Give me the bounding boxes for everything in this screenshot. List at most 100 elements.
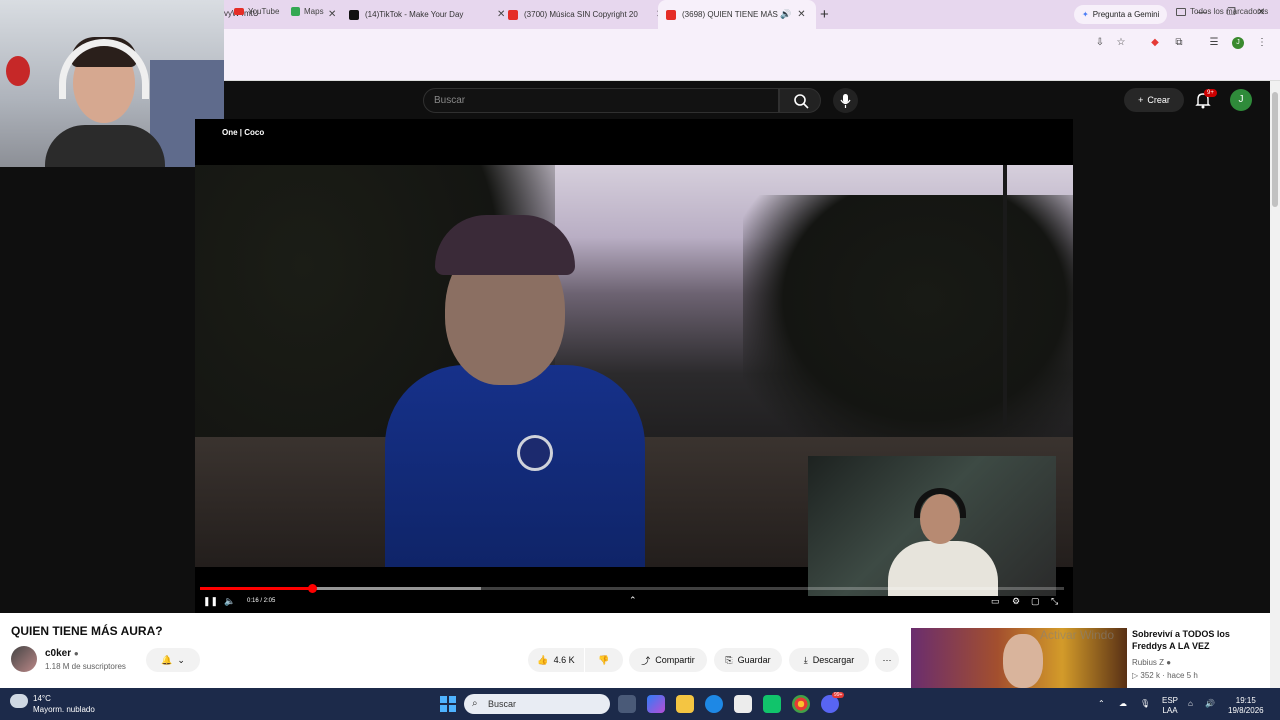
verified-icon: ●: [73, 649, 79, 658]
close-icon[interactable]: ✕: [328, 9, 336, 20]
all-bookmarks[interactable]: Todos los marcadores: [1176, 7, 1268, 16]
channel-name-text: c0ker: [45, 648, 72, 659]
like-button[interactable]: 👍 4.6 K: [528, 648, 584, 672]
recommendation-meta: ▷ 352 k · hace 5 h: [1132, 671, 1198, 680]
pause-icon[interactable]: ❚❚: [203, 596, 218, 607]
recommendation-channel[interactable]: Rubius Z ●: [1132, 658, 1171, 667]
subscriber-count: 1.18 M de suscriptores: [45, 662, 126, 671]
notification-badge: 9+: [1204, 89, 1217, 97]
clock[interactable]: 19:15 19/8/2026: [1228, 696, 1264, 716]
verified-icon: ●: [1166, 658, 1172, 667]
profile-avatar[interactable]: J: [1232, 37, 1244, 49]
app-green-icon[interactable]: [763, 695, 781, 713]
plus-icon: +: [1138, 95, 1144, 105]
tab-title: (14)TikTok - Make Your Day: [365, 10, 464, 19]
chevron-up-icon[interactable]: ⌃: [629, 595, 637, 606]
close-icon[interactable]: ✕: [797, 9, 805, 20]
task-view-icon[interactable]: [618, 695, 636, 713]
thumbs-down-icon: 👎: [598, 654, 610, 665]
speaker-icon[interactable]: 🔊: [780, 9, 791, 20]
dislike-button[interactable]: 👎: [585, 648, 623, 672]
weather-desc[interactable]: Mayorm. nublado: [33, 705, 95, 714]
search-button[interactable]: [779, 88, 821, 113]
exit-fullscreen-icon[interactable]: ⤡: [1051, 596, 1058, 607]
all-bookmarks-label: Todos los marcadores: [1190, 7, 1269, 16]
channel-name[interactable]: c0ker ●: [45, 648, 79, 659]
taskbar-search[interactable]: Buscar: [464, 694, 610, 714]
tab-title: (3700) Música SIN Copyright 20: [524, 10, 638, 19]
share-icon: ⤴: [641, 655, 651, 666]
menu-kebab-icon[interactable]: ⋮: [1256, 37, 1268, 49]
account-avatar[interactable]: J: [1230, 89, 1252, 111]
gemini-label: Pregunta a Gemini: [1092, 10, 1160, 19]
store-icon[interactable]: [734, 695, 752, 713]
network-icon[interactable]: ⌂: [1188, 699, 1193, 709]
recommendation-channel-name: Rubius Z: [1132, 658, 1165, 667]
chrome-icon[interactable]: [792, 695, 810, 713]
bookmark-icon: ⎘: [725, 654, 733, 665]
volume-tray-icon[interactable]: 🔊: [1205, 699, 1215, 709]
like-count: 4.6 K: [553, 655, 575, 665]
discord-badge: 99+: [832, 692, 845, 698]
bookmark-youtube[interactable]: YouTube: [234, 7, 279, 16]
time-display: 0:16 / 2:05: [247, 598, 276, 604]
voice-search-button[interactable]: [833, 88, 858, 113]
chevron-down-icon: ⌄: [177, 654, 185, 665]
tab-musica[interactable]: (3700) Música SIN Copyright 20 ✕: [500, 0, 672, 29]
tray-overflow-icon[interactable]: ⌃: [1098, 699, 1105, 709]
settings-gear-icon[interactable]: ⚙: [1012, 596, 1020, 607]
mic-tray-icon[interactable]: 🎙: [1140, 699, 1150, 709]
cast-icon[interactable]: ▢: [1031, 596, 1040, 607]
taskbar: [0, 688, 1280, 720]
recommendation-meta-text: 352 k · hace 5 h: [1140, 671, 1198, 680]
maps-icon: [291, 7, 300, 16]
windows-start-icon[interactable]: [440, 696, 456, 712]
gemini-button[interactable]: ✦ Pregunta a Gemini: [1074, 5, 1168, 24]
bookmark-star-icon[interactable]: ☆: [1115, 37, 1127, 49]
install-icon[interactable]: ⇩: [1094, 37, 1106, 49]
weather-temp[interactable]: 14°C: [33, 694, 51, 703]
bookmark-label: YouTube: [248, 7, 280, 16]
scrollbar-thumb[interactable]: [1272, 92, 1278, 207]
tray-app-icon[interactable]: ☁: [1119, 699, 1127, 709]
tiktok-icon: [349, 9, 359, 20]
video-overlay-text: One | Coco: [222, 128, 265, 137]
recommendation-title[interactable]: Sobreviví a TODOS los Freddys A LA VEZ: [1132, 628, 1262, 652]
channel-avatar[interactable]: [11, 646, 37, 672]
download-button[interactable]: ⤓ Descargar: [789, 648, 869, 672]
video-person: [385, 205, 645, 567]
extension-red-icon[interactable]: ◆: [1149, 37, 1161, 49]
play-icon: ▷: [1132, 671, 1139, 680]
more-actions-button[interactable]: ⋯: [875, 648, 899, 672]
more-horizontal-icon: ⋯: [882, 654, 892, 665]
language-bottom: LAA: [1162, 706, 1178, 715]
file-explorer-icon[interactable]: [676, 695, 694, 713]
edge-icon[interactable]: [705, 695, 723, 713]
youtube-icon: [508, 9, 518, 20]
search-input[interactable]: Buscar: [423, 88, 779, 113]
new-tab-button[interactable]: +: [820, 6, 829, 23]
bell-icon: 🔔: [161, 654, 173, 665]
reading-list-icon[interactable]: ☰: [1208, 37, 1220, 49]
save-button[interactable]: ⎘ Guardar: [714, 648, 782, 672]
share-button[interactable]: ⤴ Compartir: [629, 648, 707, 672]
create-label: Crear: [1147, 95, 1170, 105]
thumbs-up-icon: 👍: [537, 654, 549, 665]
tab-active-video[interactable]: (3698) QUIEN TIENE MÁS A 🔊 ✕: [658, 0, 816, 29]
youtube-icon: [234, 8, 244, 15]
bookmark-maps[interactable]: Maps: [291, 7, 324, 16]
search-icon: [794, 94, 809, 109]
mic-icon: [840, 94, 851, 108]
create-button[interactable]: + Crear: [1124, 88, 1184, 112]
extensions-icon[interactable]: ⧉: [1173, 37, 1185, 49]
video-title: QUIEN TIENE MÁS AURA?: [11, 624, 163, 638]
webcam-toy: [6, 56, 30, 86]
language-indicator[interactable]: ESP LAA: [1162, 696, 1178, 716]
subtitles-icon[interactable]: ▭: [991, 596, 1000, 607]
copilot-icon[interactable]: [647, 695, 665, 713]
volume-icon[interactable]: 🔈: [224, 596, 235, 607]
subscribe-bell-button[interactable]: 🔔 ⌄: [146, 648, 200, 672]
share-label: Compartir: [655, 655, 695, 665]
tab-tiktok[interactable]: (14)TikTok - Make Your Day ✕: [341, 0, 513, 29]
cloud-icon[interactable]: [10, 694, 28, 708]
